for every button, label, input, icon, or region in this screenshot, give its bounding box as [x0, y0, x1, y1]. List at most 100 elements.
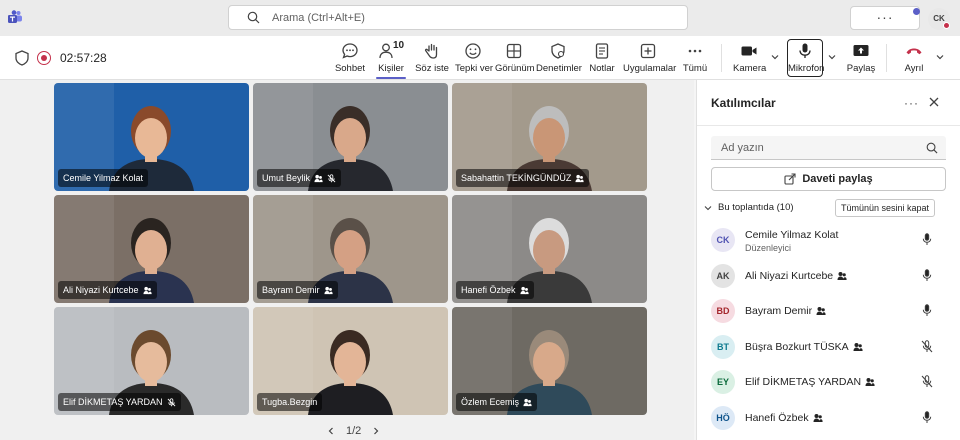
people-active-indicator — [376, 77, 406, 79]
participant-name-row: Büşra Bozkurt TÜSKA — [745, 341, 863, 353]
participant-video-tile[interactable]: Umut Beylik — [253, 83, 448, 191]
view-button[interactable]: Görünüm — [495, 40, 535, 76]
mic-icon[interactable] — [921, 233, 933, 246]
apps-button[interactable]: Uygulamalar — [623, 40, 676, 76]
participant-row[interactable]: AK Ali Niyazi Kurtcebe — [711, 261, 946, 291]
mic-off-icon — [167, 397, 175, 406]
participant-row[interactable]: BT Büşra Bozkurt TÜSKA — [711, 332, 946, 362]
participant-name: Cemile Yilmaz Kolat — [745, 229, 839, 241]
participants-panel: Katılımcılar ··· Ad yazın Daveti paylaş … — [696, 80, 960, 440]
participant-video-tile[interactable]: Özlem Ecemiş — [452, 307, 647, 415]
chat-label: Sohbet — [334, 63, 366, 74]
more-options-button[interactable]: ··· — [850, 6, 920, 30]
participant-name: Özlem Ecemiş — [461, 397, 520, 407]
chevron-right-icon[interactable] — [371, 426, 381, 436]
mic-icon[interactable] — [921, 304, 933, 317]
participant-name-label: Umut Beylik — [257, 169, 342, 187]
participant-name: Hanefi Özbek — [461, 285, 516, 295]
external-org-icon — [853, 342, 863, 351]
mic-off-icon[interactable] — [921, 375, 933, 388]
close-icon[interactable] — [928, 96, 940, 108]
phone-hangup-icon — [906, 48, 922, 55]
participant-name: Hanefi Özbek — [745, 411, 809, 424]
shield-settings-icon — [551, 43, 565, 59]
participant-row[interactable]: HÖ Hanefi Özbek — [711, 403, 946, 433]
participant-name-label: Özlem Ecemiş — [456, 393, 538, 411]
microphone-label: Mikrofon — [788, 63, 825, 74]
notification-dot — [913, 8, 920, 15]
leave-options-chevron-icon[interactable] — [935, 52, 945, 62]
mic-icon[interactable] — [921, 268, 933, 282]
hand-icon — [424, 43, 438, 59]
participant-row[interactable]: BD Bayram Demir — [711, 296, 946, 326]
in-meeting-section-label: Bu toplantıda (10) — [718, 202, 794, 213]
notes-button[interactable]: Notlar — [586, 40, 618, 76]
participant-name: Elif DİKMETAŞ YARDAN — [745, 376, 862, 388]
avatar: HÖ — [711, 405, 735, 430]
panel-more-options-button[interactable]: ··· — [904, 96, 919, 110]
participant-search-input[interactable]: Ad yazın — [711, 136, 946, 160]
more-actions-label: Tümü — [682, 63, 708, 74]
chevron-left-icon[interactable] — [326, 426, 336, 436]
people-button[interactable]: Kişiler — [372, 40, 410, 76]
mic-options-chevron-icon[interactable] — [827, 52, 837, 62]
participant-video-tile[interactable]: Bayram Demir — [253, 195, 448, 303]
participant-name-label: Bayram Demir — [257, 281, 338, 299]
teams-logo-icon[interactable] — [8, 10, 22, 24]
participant-video-tile[interactable]: Ali Niyazi Kurtcebe — [54, 195, 249, 303]
notes-label: Notlar — [589, 63, 615, 74]
share-button[interactable]: Paylaş — [846, 40, 876, 76]
more-icon — [688, 49, 702, 53]
meeting-toolbar: 02:57:28 Sohbet Kişiler 10 Söz iste Tepk… — [0, 36, 960, 80]
raise-hand-button[interactable]: Söz iste — [415, 40, 449, 76]
camera-button[interactable]: Kamera — [733, 40, 766, 76]
participant-video-tile[interactable]: Tugba.Bezgin — [253, 307, 448, 415]
chevron-down-icon — [704, 205, 712, 210]
view-label: Görünüm — [495, 63, 535, 74]
search-bar[interactable]: Arama (Ctrl+Alt+E) — [228, 5, 688, 30]
participant-name-row: Elif DİKMETAŞ YARDAN — [745, 376, 875, 388]
mic-icon — [799, 43, 811, 58]
panel-title: Katılımcılar — [711, 96, 776, 110]
participant-name-row: Ali Niyazi Kurtcebe — [745, 270, 847, 282]
avatar: BT — [711, 334, 735, 359]
shield-icon[interactable] — [15, 50, 29, 66]
participant-name-label: Tugba.Bezgin — [257, 393, 323, 411]
busy-status-icon — [943, 22, 950, 29]
participant-name: Elif DİKMETAŞ YARDAN — [63, 397, 163, 407]
react-button[interactable]: Tepki ver — [455, 40, 494, 76]
react-label: Tepki ver — [455, 63, 494, 74]
share-invite-button[interactable]: Daveti paylaş — [711, 167, 946, 191]
title-bar: Arama (Ctrl+Alt+E) ··· CK — [0, 0, 960, 36]
participant-name-label: Elif DİKMETAŞ YARDAN — [58, 393, 181, 411]
in-meeting-section-toggle[interactable]: Bu toplantıda (10) — [704, 202, 794, 213]
participant-video-tile[interactable]: Elif DİKMETAŞ YARDAN — [54, 307, 249, 415]
external-org-icon — [575, 174, 585, 182]
participant-name: Bayram Demir — [745, 305, 813, 317]
external-org-icon — [813, 413, 823, 422]
participant-video-tile[interactable]: Sabahattin TEKİNGÜNDÜZ — [452, 83, 647, 191]
participant-row[interactable]: EY Elif DİKMETAŞ YARDAN — [711, 367, 946, 397]
mic-off-icon[interactable] — [921, 339, 933, 353]
participant-name-label: Ali Niyazi Kurtcebe — [58, 281, 157, 299]
participant-name: Tugba.Bezgin — [262, 397, 318, 407]
participant-role: Düzenleyici — [745, 243, 792, 253]
microphone-button[interactable]: Mikrofon — [788, 40, 825, 76]
mic-off-icon — [327, 173, 336, 182]
moderation-button[interactable]: Denetimler — [536, 40, 582, 76]
participant-video-tile[interactable]: Cemile Yilmaz Kolat — [54, 83, 249, 191]
participant-row[interactable]: CK Cemile Yilmaz Kolat Düzenleyici — [711, 225, 946, 255]
camera-options-chevron-icon[interactable] — [770, 52, 780, 62]
chat-button[interactable]: Sohbet — [333, 40, 367, 76]
more-actions-button[interactable]: Tümü — [680, 40, 710, 76]
mute-all-button[interactable]: Tümünün sesini kapat — [835, 199, 935, 217]
participant-video-tile[interactable]: Hanefi Özbek — [452, 195, 647, 303]
share-icon — [853, 45, 869, 56]
participant-name: Ali Niyazi Kurtcebe — [63, 285, 139, 295]
smile-icon — [465, 43, 481, 59]
mic-icon[interactable] — [921, 410, 933, 424]
leave-button[interactable]: Ayrıl — [899, 40, 929, 76]
toolbar-divider — [721, 44, 722, 72]
participant-name-label: Sabahattin TEKİNGÜNDÜZ — [456, 169, 590, 187]
share-invite-label: Daveti paylaş — [802, 173, 873, 185]
